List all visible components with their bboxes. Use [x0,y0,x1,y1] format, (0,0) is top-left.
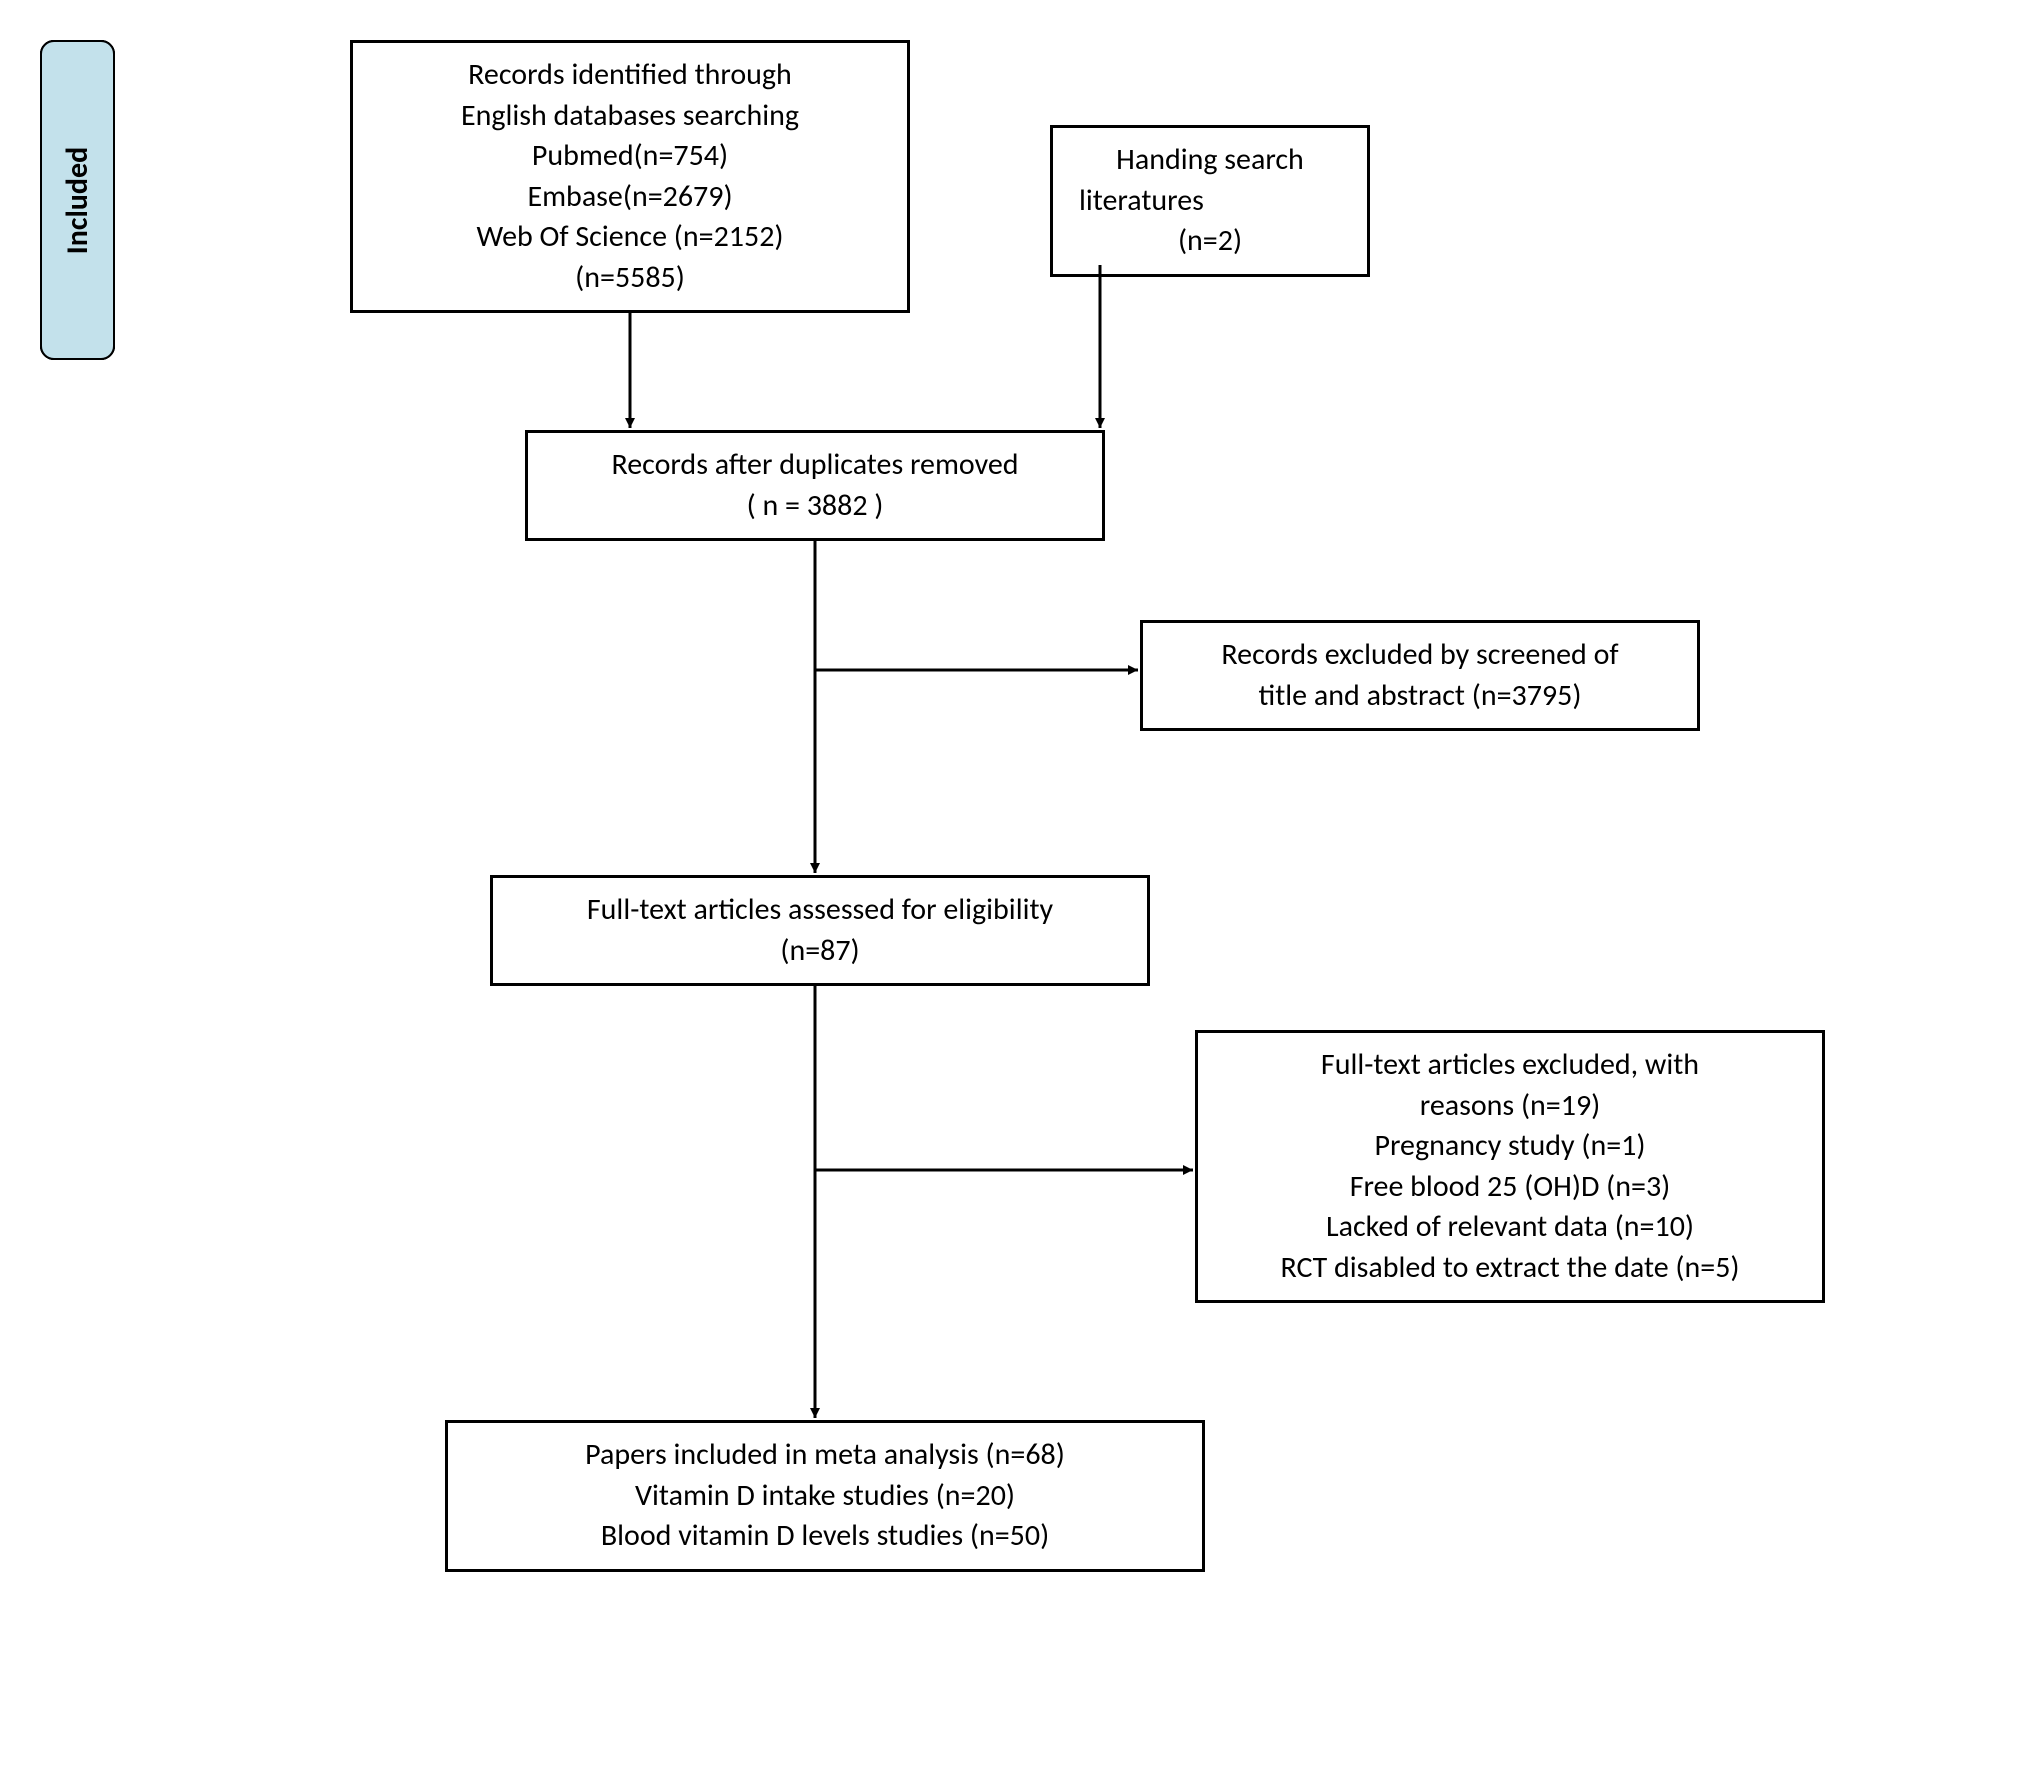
stage-included: Included [40,40,115,360]
text: Full-text articles excluded, with [1216,1045,1804,1086]
box-after-duplicates: Records after duplicates removed ( n = 3… [525,430,1105,541]
text: (n=2) [1071,221,1349,262]
text: literatures [1071,181,1349,222]
text: Records identified through [371,55,889,96]
box-fulltext-assessed: Full-text articles assessed for eligibil… [490,875,1150,986]
text: (n=87) [511,931,1129,972]
box-database-search: Records identified through English datab… [350,40,910,313]
text: Pubmed(n=754) [371,136,889,177]
text: RCT disabled to extract the date (n=5) [1216,1248,1804,1289]
stage-included-label: Included [59,146,96,253]
text: (n=5585) [371,258,889,299]
text: English databases searching [371,96,889,137]
text: title and abstract (n=3795) [1161,676,1679,717]
text: Handing search [1071,140,1349,181]
text: Records excluded by screened of [1161,635,1679,676]
text: Vitamin D intake studies (n=20) [466,1476,1184,1517]
box-excluded-title-abstract: Records excluded by screened of title an… [1140,620,1700,731]
box-fulltext-excluded: Full-text articles excluded, with reason… [1195,1030,1825,1303]
text: Lacked of relevant data (n=10) [1216,1207,1804,1248]
text: Blood vitamin D levels studies (n=50) [466,1516,1184,1557]
text: ( n = 3882 ) [546,486,1084,527]
text: Papers included in meta analysis (n=68) [466,1435,1184,1476]
text: Free blood 25 (OH)D (n=3) [1216,1167,1804,1208]
box-included: Papers included in meta analysis (n=68) … [445,1420,1205,1572]
text: reasons (n=19) [1216,1086,1804,1127]
text: Pregnancy study (n=1) [1216,1126,1804,1167]
box-hand-search: Handing search literatures (n=2) [1050,125,1370,277]
text: Full-text articles assessed for eligibil… [511,890,1129,931]
text: Records after duplicates removed [546,445,1084,486]
text: Embase(n=2679) [371,177,889,218]
prisma-flowchart: Identification Screening Eligibility Inc… [40,40,1993,1746]
text: Web Of Science (n=2152) [371,217,889,258]
